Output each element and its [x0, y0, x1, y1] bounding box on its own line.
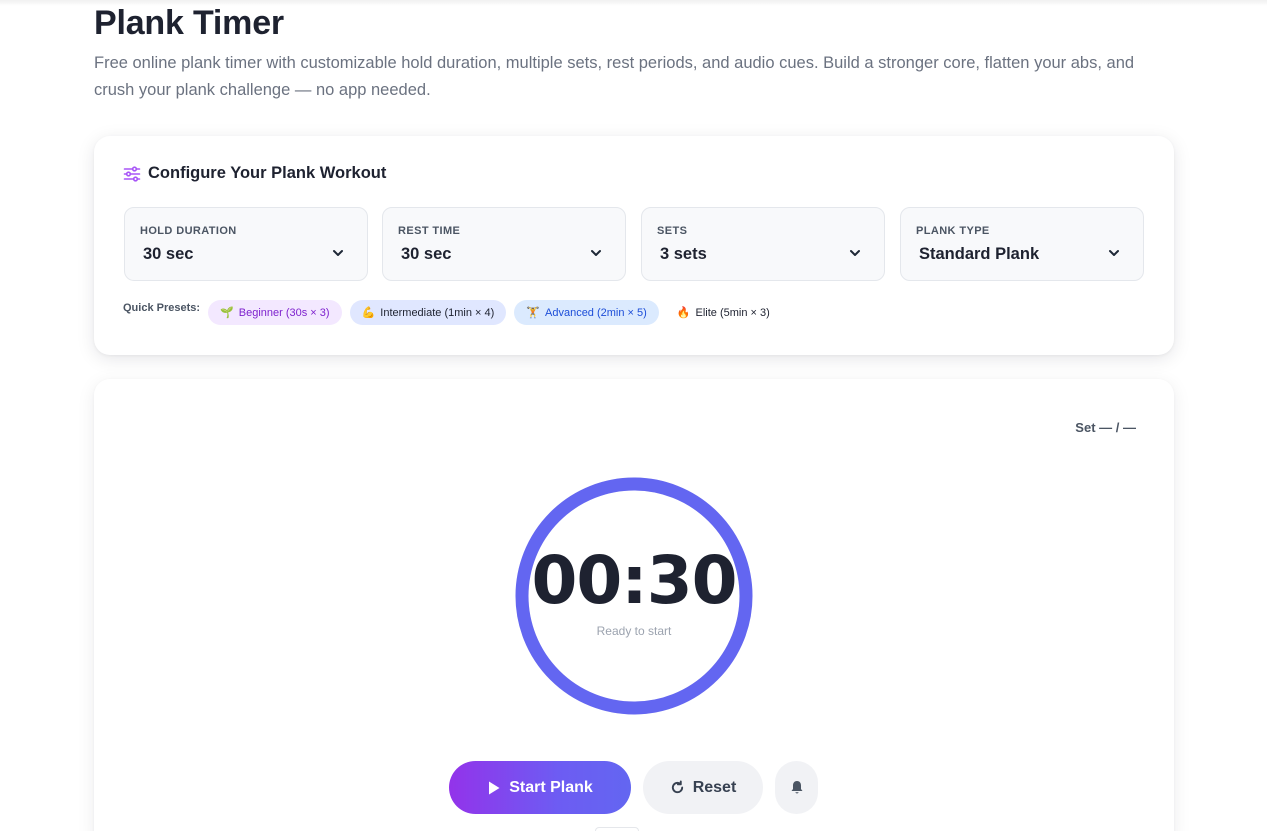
weightlifter-icon: 🏋 — [526, 307, 540, 319]
set-label: Set — [1075, 420, 1096, 435]
quick-presets: Quick Presets: 🌱 Beginner (30s × 3) 💪 In… — [123, 300, 790, 325]
timer-card: Set — / — 00:30 Ready to start Start Pla… — [94, 379, 1174, 831]
set-indicator: Set — / — — [1075, 420, 1136, 435]
plank-type-select[interactable]: PLANK TYPE Standard Plank — [900, 207, 1144, 281]
play-icon — [487, 780, 501, 796]
page-title: Plank Timer — [94, 4, 284, 42]
sound-toggle-button[interactable] — [775, 761, 818, 814]
start-plank-button[interactable]: Start Plank — [449, 761, 631, 814]
preset-beginner-button[interactable]: 🌱 Beginner (30s × 3) — [208, 300, 342, 325]
preset-label: Advanced (2min × 5) — [545, 306, 647, 319]
chevron-down-icon — [848, 246, 862, 260]
preset-label: Intermediate (1min × 4) — [380, 306, 495, 319]
hold-duration-label: HOLD DURATION — [140, 225, 237, 237]
preset-label: Beginner (30s × 3) — [238, 306, 330, 319]
rest-time-label: REST TIME — [398, 225, 461, 237]
config-header: Configure Your Plank Workout — [123, 164, 386, 183]
hold-duration-select[interactable]: HOLD DURATION 30 sec — [124, 207, 368, 281]
presets-label: Quick Presets: — [123, 302, 201, 314]
preset-label: Elite (5min × 3) — [695, 306, 770, 319]
tab-handle — [595, 827, 639, 831]
set-value: — / — — [1099, 420, 1136, 435]
preset-intermediate-button[interactable]: 💪 Intermediate (1min × 4) — [349, 300, 507, 325]
hold-duration-value: 30 sec — [143, 245, 194, 263]
reset-button[interactable]: Reset — [643, 761, 763, 814]
rest-time-value: 30 sec — [401, 245, 452, 263]
refresh-icon — [670, 780, 685, 795]
plank-type-value: Standard Plank — [919, 245, 1040, 263]
plank-type-label: PLANK TYPE — [916, 225, 990, 237]
preset-advanced-button[interactable]: 🏋 Advanced (2min × 5) — [514, 300, 659, 325]
fire-icon: 🔥 — [676, 307, 691, 319]
page-description: Free online plank timer with customizabl… — [94, 54, 1135, 99]
reset-label: Reset — [692, 778, 737, 796]
timer-status: Ready to start — [596, 624, 672, 638]
sets-label: SETS — [657, 225, 688, 237]
start-plank-label: Start Plank — [509, 778, 593, 796]
chevron-down-icon — [589, 246, 603, 260]
preset-elite-button[interactable]: 🔥 Elite (5min × 3) — [667, 300, 782, 325]
rest-time-select[interactable]: REST TIME 30 sec — [382, 207, 626, 281]
config-card: Configure Your Plank Workout HOLD DURATI… — [94, 136, 1174, 355]
bell-icon — [790, 780, 804, 795]
chevron-down-icon — [331, 246, 345, 260]
timer-display: 00:30 — [531, 542, 737, 619]
timer-ring: 00:30 Ready to start — [514, 476, 754, 716]
sliders-icon — [123, 165, 141, 183]
sets-select[interactable]: SETS 3 sets — [641, 207, 885, 281]
sets-value: 3 sets — [660, 245, 707, 263]
chevron-down-icon — [1107, 246, 1121, 260]
config-title: Configure Your Plank Workout — [148, 164, 387, 182]
flexed-biceps-icon: 💪 — [361, 307, 376, 319]
seedling-icon: 🌱 — [220, 307, 234, 319]
